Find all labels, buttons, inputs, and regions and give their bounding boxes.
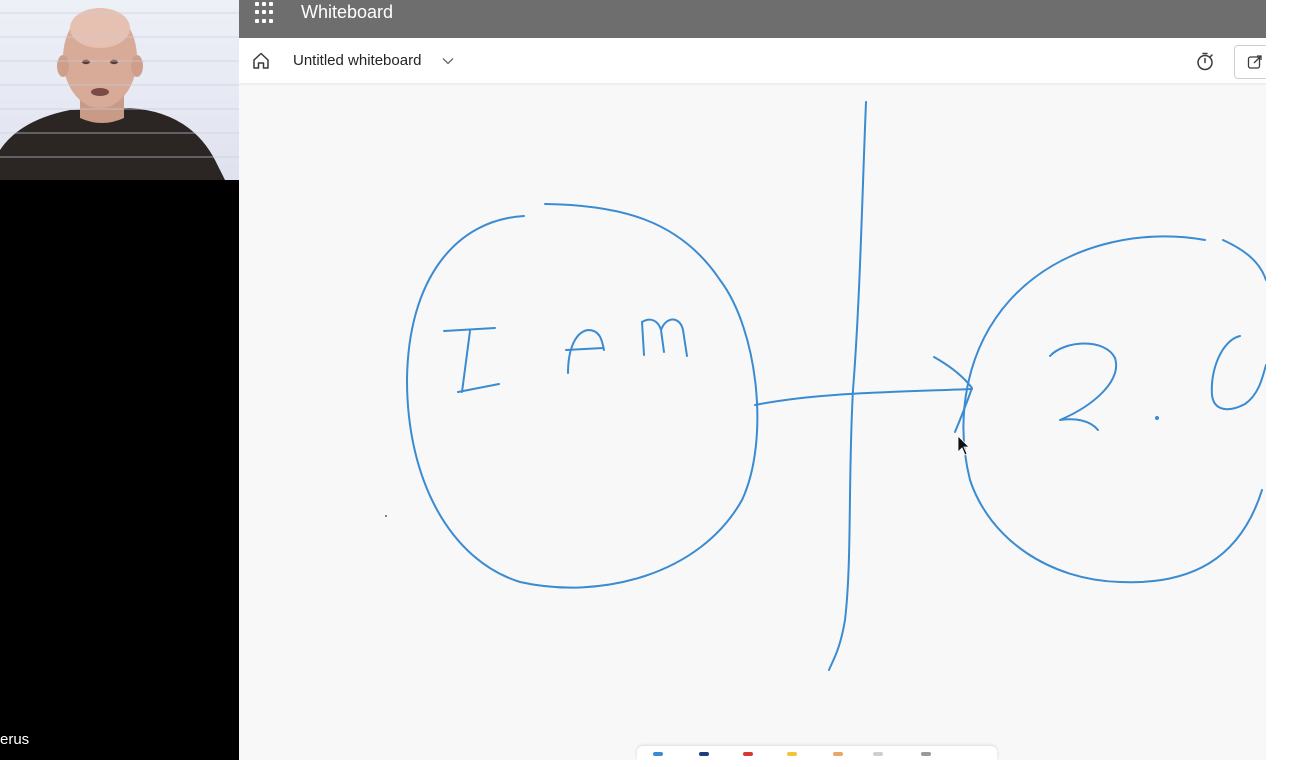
ink-stroke-letter-a: [565, 329, 605, 374]
ink-stroke-arrow: [754, 388, 973, 406]
waffle-icon[interactable]: [255, 0, 277, 24]
ink-stroke-right-circle-top: [1222, 239, 1266, 281]
ink-dot: [1155, 416, 1159, 420]
lasso-tool-icon[interactable]: [873, 752, 883, 756]
pen-tool-icon[interactable]: [653, 752, 663, 756]
chevron-down-icon: [442, 58, 454, 65]
app-title: Whiteboard: [301, 2, 394, 22]
ink-stroke-letter-m: [641, 318, 688, 357]
participant-name-label: erus: [0, 731, 30, 748]
board-menu-button[interactable]: [441, 54, 455, 68]
ink-stroke-vertical-line: [828, 101, 867, 671]
window-edge: [239, 760, 1292, 767]
eraser-tool-icon[interactable]: [833, 752, 843, 756]
board-name[interactable]: Untitled whiteboard: [293, 52, 421, 69]
whiteboard-app: Whiteboard Untitled whiteboard: [239, 0, 1266, 760]
ink-stroke-letter-i: [443, 327, 500, 393]
home-icon: [253, 52, 269, 69]
video-panel: erus: [0, 0, 239, 760]
ruler-tool-icon[interactable]: [921, 752, 931, 756]
timer-icon: [1197, 52, 1213, 71]
ink-stroke-digit-0: [1210, 335, 1266, 411]
ink-stroke-left-circle: [406, 203, 759, 589]
ink-stroke-digit-2: [1049, 342, 1118, 431]
timer-button[interactable]: [1194, 50, 1216, 72]
participant-camera-feed: [0, 0, 239, 180]
ink-stroke-right-circle: [962, 235, 1263, 584]
board-toolbar: Untitled whiteboard: [239, 38, 1266, 83]
pen-tool-icon[interactable]: [743, 752, 753, 756]
ink-layer[interactable]: [239, 83, 1266, 760]
highlighter-tool-icon[interactable]: [787, 752, 797, 756]
drawing-toolbar[interactable]: [637, 746, 997, 760]
whiteboard-canvas[interactable]: [239, 83, 1266, 760]
share-button[interactable]: [1234, 45, 1266, 79]
share-icon: [1247, 55, 1262, 69]
home-button[interactable]: [250, 50, 272, 72]
app-bar: Whiteboard: [239, 0, 1266, 38]
ink-dot-stray: [385, 515, 387, 517]
window-edge: [1266, 0, 1292, 767]
pen-tool-icon[interactable]: [699, 752, 709, 756]
